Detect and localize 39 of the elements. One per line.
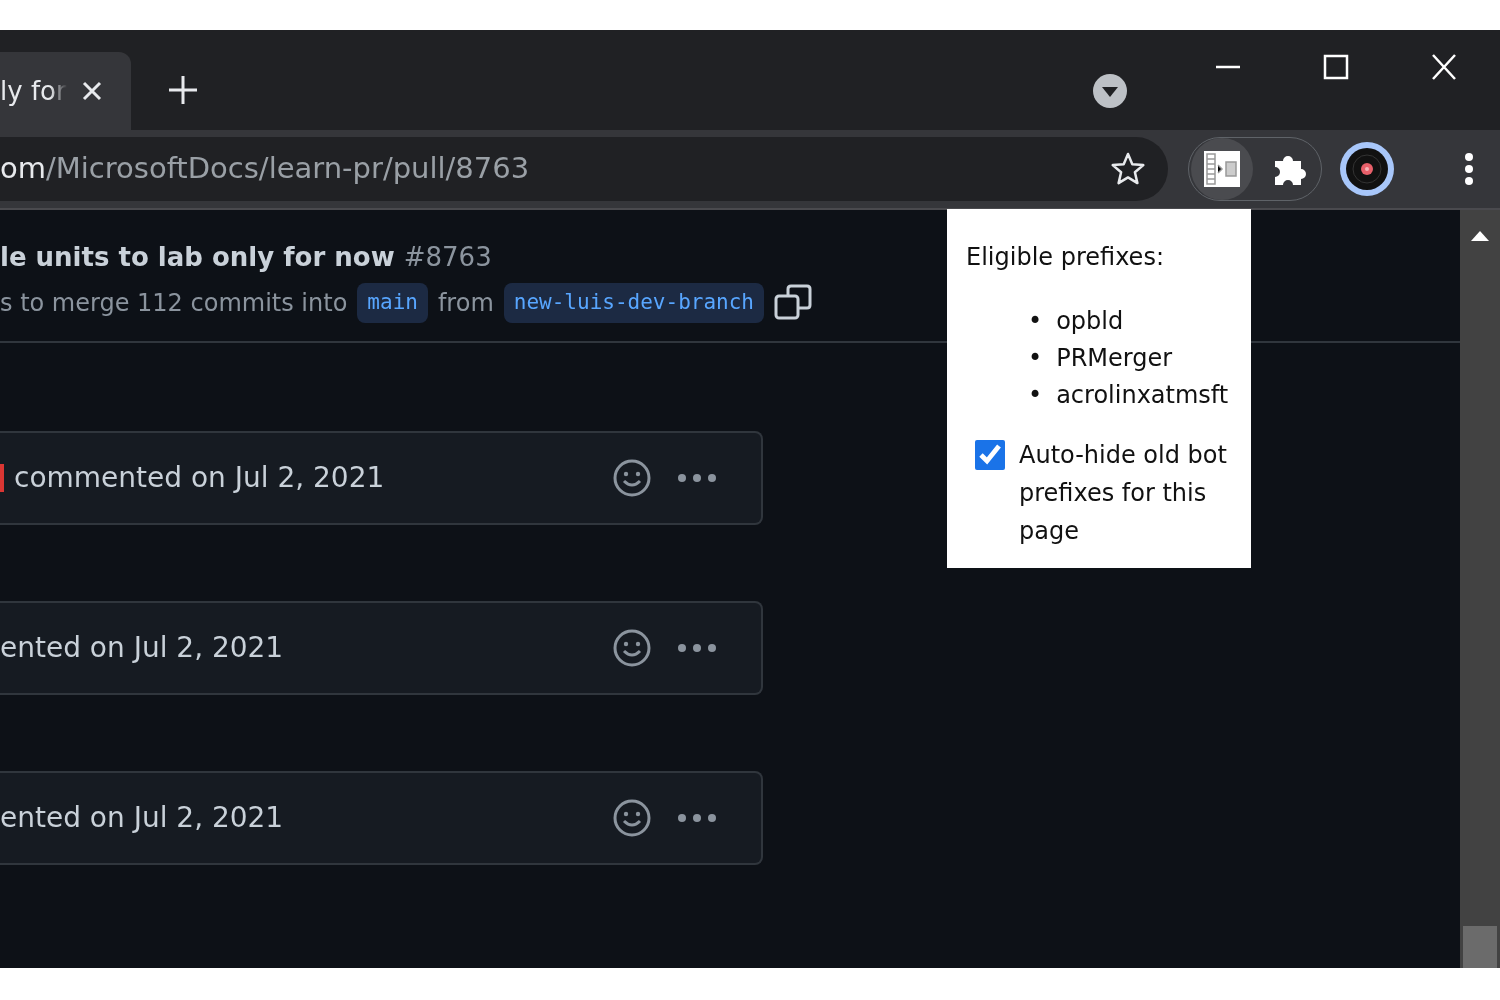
scrollbar-thumb[interactable]: [1463, 926, 1497, 968]
list-bullet: •: [1028, 343, 1043, 374]
star-icon[interactable]: [1110, 151, 1146, 187]
close-icon[interactable]: [80, 80, 103, 102]
more-options-icon[interactable]: [677, 642, 717, 653]
scrollbar[interactable]: [1460, 210, 1500, 968]
prefix-item: acrolinxatmsft: [1056, 380, 1229, 411]
branch-label[interactable]: new-luis-dev-branch: [503, 283, 764, 323]
more-options-icon[interactable]: [677, 812, 717, 823]
smiley-icon[interactable]: [612, 627, 652, 668]
branch-label[interactable]: main: [357, 283, 428, 323]
prefix-item: opbld: [1056, 306, 1124, 337]
avatar-icon[interactable]: [1340, 142, 1394, 196]
auto-hide-checkbox[interactable]: [975, 440, 1005, 470]
comment-meta: ented on Jul 2, 2021: [0, 799, 284, 836]
address-bar[interactable]: om/MicrosoftDocs/learn-pr/pull/8763: [0, 137, 1168, 201]
comment-meta: ented on Jul 2, 2021: [0, 629, 284, 666]
more-menu-icon[interactable]: [1464, 152, 1474, 186]
plus-icon[interactable]: [168, 75, 198, 105]
smiley-icon[interactable]: [612, 457, 652, 498]
scroll-up-icon[interactable]: [1470, 230, 1490, 242]
list-bullet: •: [1028, 306, 1043, 337]
comment-meta: commented on Jul 2, 2021: [14, 459, 385, 496]
merge-text: s to merge 112 commits into: [0, 287, 348, 319]
smiley-icon[interactable]: [612, 797, 652, 838]
prefix-item: PRMerger: [1056, 343, 1173, 374]
checkbox-label: Auto-hide old bot prefixes for this page: [1019, 440, 1228, 547]
tab-search-icon[interactable]: [1093, 74, 1127, 108]
pr-title: le units to lab only for now #8763: [0, 241, 492, 274]
more-options-icon[interactable]: [677, 472, 717, 483]
merge-text: from: [437, 287, 494, 319]
copy-icon[interactable]: [774, 283, 812, 322]
browser-tab[interactable]: ly for: [0, 52, 131, 130]
close-icon[interactable]: [1431, 52, 1457, 82]
maximize-icon[interactable]: [1323, 52, 1349, 82]
extension-icon[interactable]: [1191, 138, 1253, 200]
popup-title: Eligible prefixes:: [966, 242, 1165, 273]
list-bullet: •: [1028, 380, 1043, 411]
url-text: om/MicrosoftDocs/learn-pr/pull/8763: [0, 150, 530, 188]
